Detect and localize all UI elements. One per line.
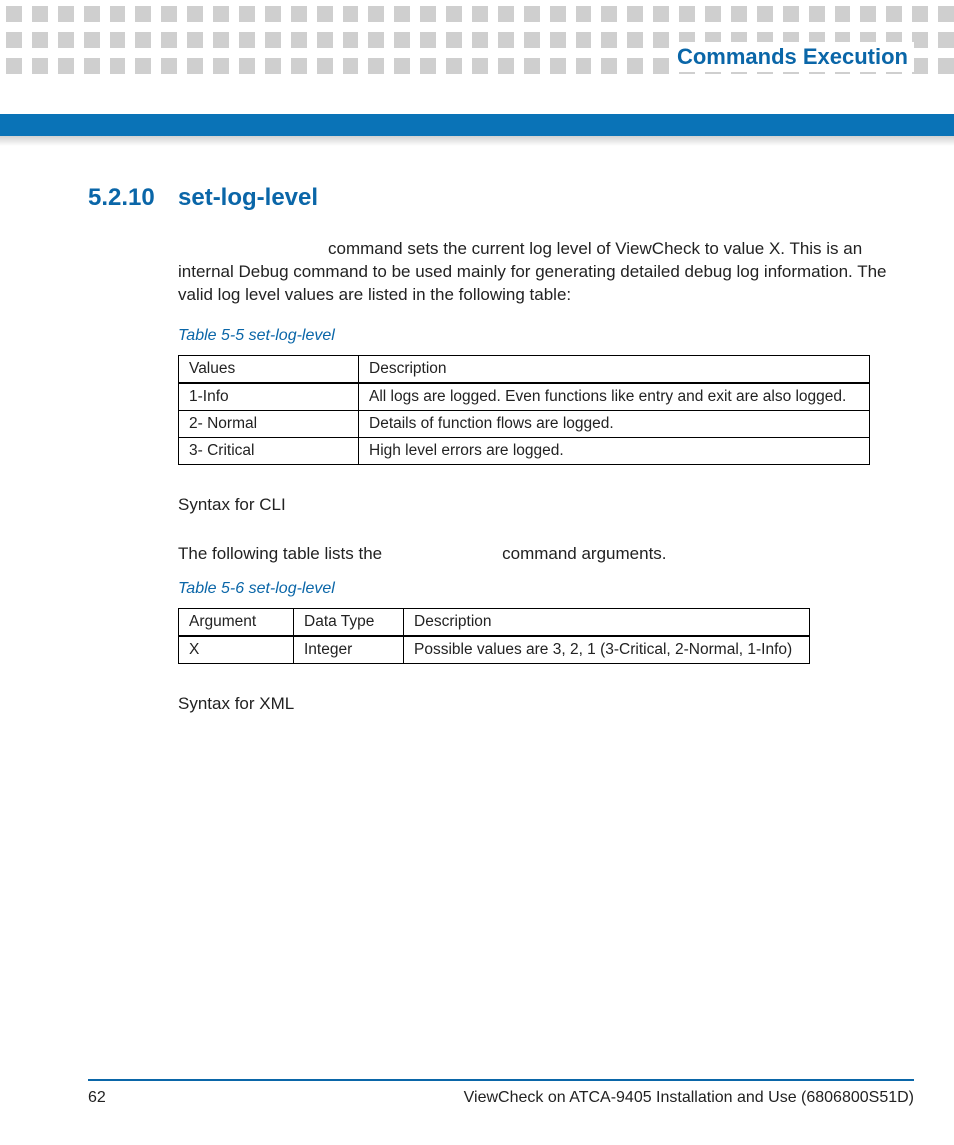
table-5-6: Argument Data Type Description X Integer… bbox=[178, 608, 810, 664]
table-header-cell: Argument bbox=[179, 608, 294, 636]
document-title: ViewCheck on ATCA-9405 Installation and … bbox=[464, 1089, 914, 1107]
table-header-cell: Values bbox=[179, 355, 359, 383]
syntax-xml-label: Syntax for XML bbox=[178, 694, 894, 714]
table-row: 2- Normal Details of function flows are … bbox=[179, 410, 870, 437]
table-header-cell: Description bbox=[404, 608, 810, 636]
table-header-cell: Data Type bbox=[294, 608, 404, 636]
mid-sentence: The following table lists thecommand arg… bbox=[178, 543, 894, 566]
table-5-6-caption: Table 5-6 set-log-level bbox=[178, 580, 894, 598]
section-heading: 5.2.10set-log-level bbox=[88, 184, 894, 212]
table-row: 3- Critical High level errors are logged… bbox=[179, 437, 870, 464]
header-divider-bar bbox=[0, 114, 954, 136]
page-number: 62 bbox=[88, 1089, 106, 1107]
section-title: set-log-level bbox=[178, 184, 318, 211]
chapter-title: Commands Execution bbox=[671, 42, 914, 72]
intro-paragraph: command sets the current log level of Vi… bbox=[178, 238, 894, 307]
table-row: X Integer Possible values are 3, 2, 1 (3… bbox=[179, 636, 810, 664]
table-5-5-caption: Table 5-5 set-log-level bbox=[178, 327, 894, 345]
table-5-5: Values Description 1-Info All logs are l… bbox=[178, 355, 870, 465]
syntax-cli-label: Syntax for CLI bbox=[178, 495, 894, 515]
page-footer: 62 ViewCheck on ATCA-9405 Installation a… bbox=[88, 1079, 914, 1107]
table-header-cell: Description bbox=[359, 355, 870, 383]
section-number: 5.2.10 bbox=[88, 184, 178, 212]
table-row: 1-Info All logs are logged. Even functio… bbox=[179, 383, 870, 411]
